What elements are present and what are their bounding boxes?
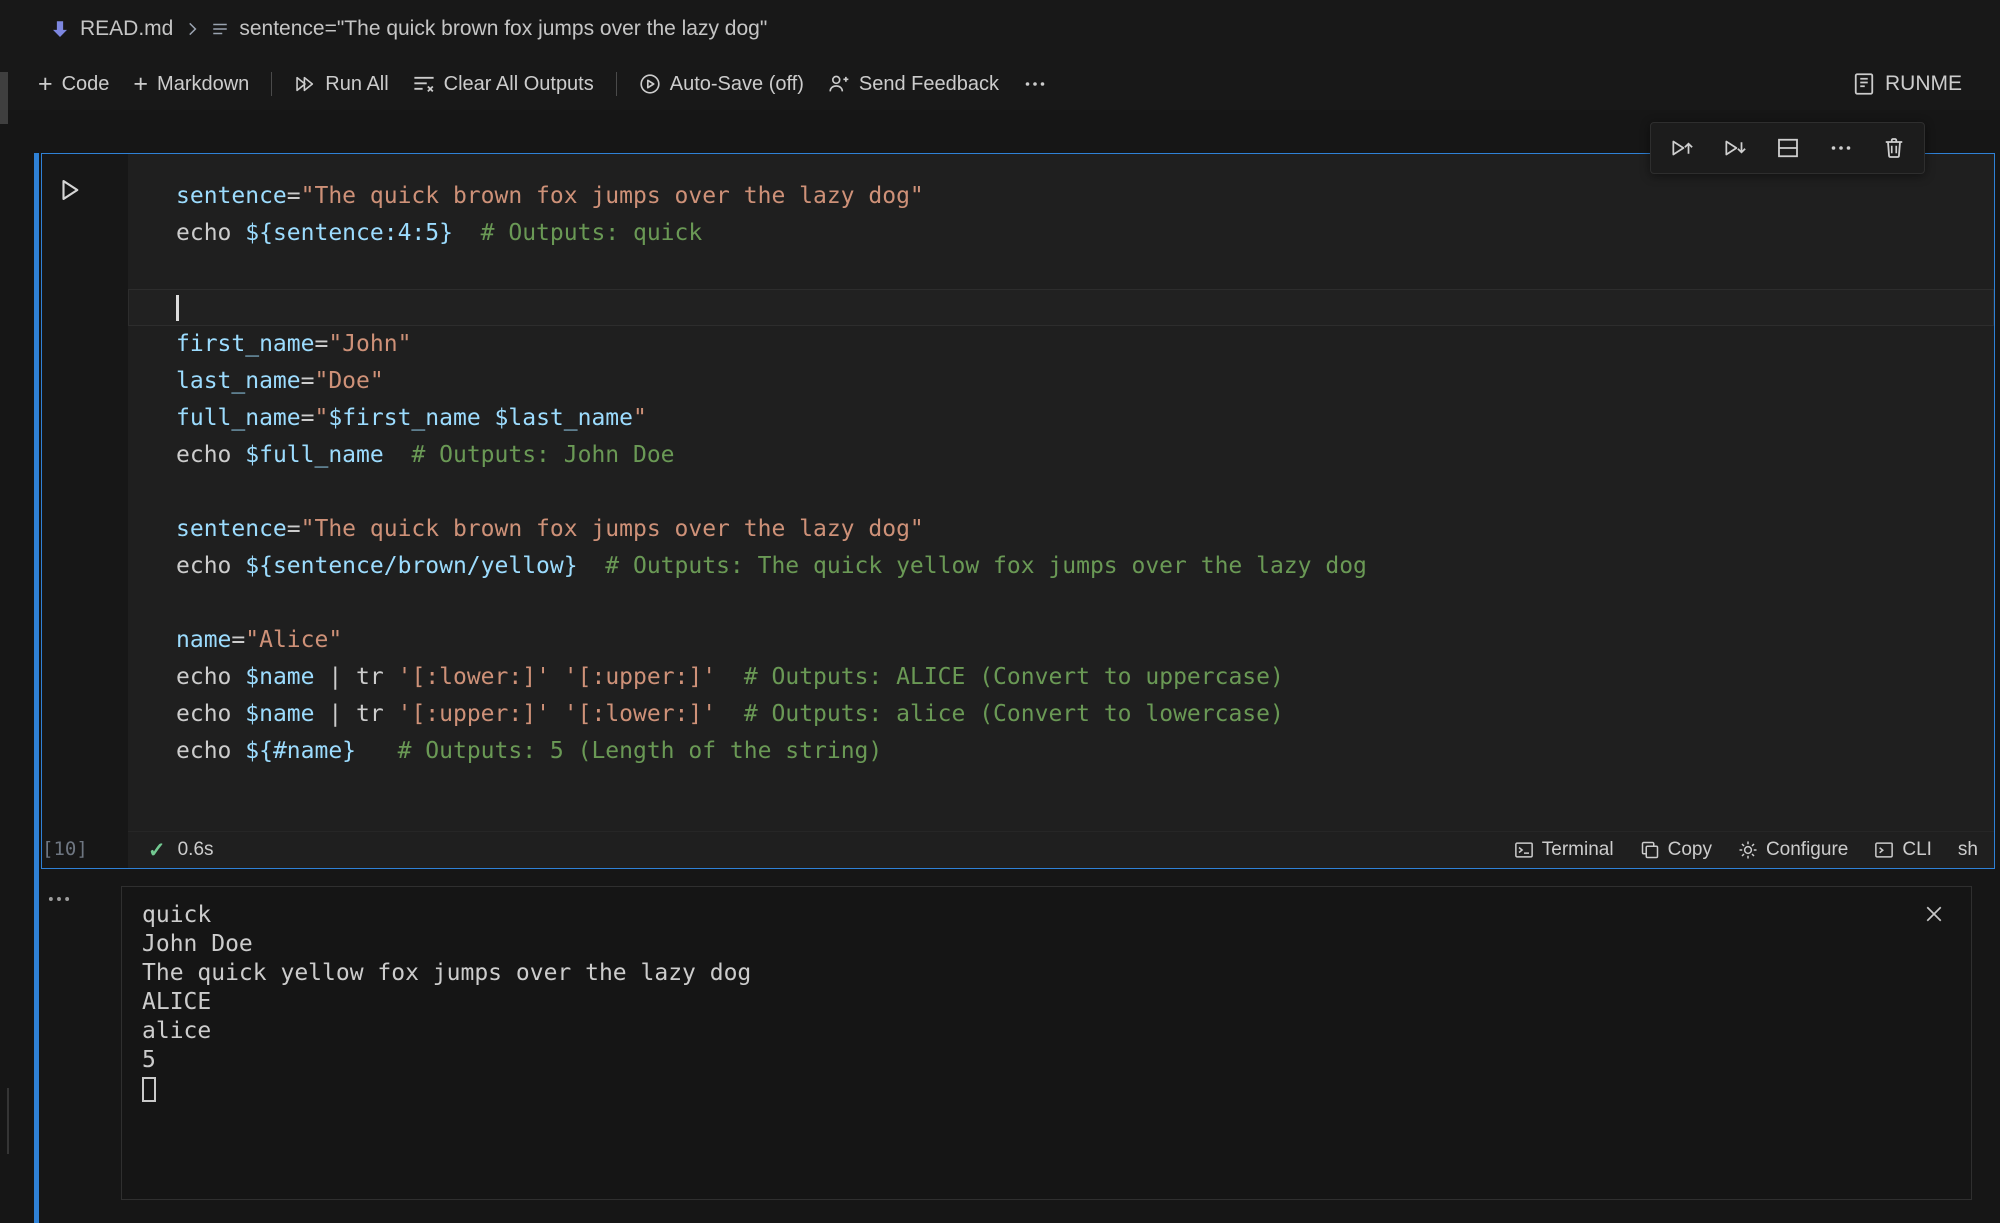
add-markdown-label: Markdown — [157, 73, 249, 96]
breadcrumb-file-label: READ.md — [80, 17, 173, 41]
execution-duration: 0.6s — [178, 839, 214, 861]
add-code-button[interactable]: + Code — [26, 66, 121, 103]
cell-more-button[interactable] — [1814, 126, 1867, 170]
terminal-block-cursor — [142, 1077, 156, 1102]
run-above-button[interactable] — [1655, 126, 1708, 170]
auto-save-button[interactable]: Auto-Save (off) — [627, 66, 816, 103]
run-cell-button[interactable] — [54, 174, 86, 206]
cell-output: quickJohn DoeThe quick yellow fox jumps … — [121, 886, 1972, 1200]
plus-icon: + — [133, 75, 148, 93]
cli-button[interactable]: CLI — [1874, 839, 1932, 861]
notebook-toolbar: + Code + Markdown Run All Clear All Outp… — [0, 58, 2000, 110]
breadcrumb: READ.md sentence="The quick brown fox ju… — [0, 0, 2000, 58]
markdown-file-icon — [50, 19, 70, 39]
code-line[interactable]: echo $full_name # Outputs: John Doe — [128, 437, 1994, 474]
execution-count: [10] — [42, 838, 88, 860]
output-line: 5 — [142, 1046, 1911, 1075]
toolbar-divider — [616, 72, 617, 96]
output-cursor-line — [142, 1075, 1911, 1110]
clear-all-outputs-button[interactable]: Clear All Outputs — [401, 66, 606, 103]
terminal-icon — [1514, 840, 1534, 860]
close-output-button[interactable] — [1919, 899, 1949, 929]
code-line[interactable]: sentence="The quick brown fox jumps over… — [128, 178, 1994, 215]
output-text: quickJohn DoeThe quick yellow fox jumps … — [122, 887, 1971, 1199]
ellipsis-icon — [1023, 72, 1047, 96]
code-line[interactable]: last_name="Doe" — [128, 363, 1994, 400]
code-line[interactable]: echo ${sentence:4:5} # Outputs: quick — [128, 215, 1994, 252]
code-line[interactable]: first_name="John" — [128, 326, 1994, 363]
gear-icon — [1738, 840, 1758, 860]
code-line[interactable] — [128, 289, 1994, 326]
output-line: ALICE — [142, 988, 1911, 1017]
cli-label: CLI — [1902, 839, 1932, 861]
copy-label: Copy — [1668, 839, 1712, 861]
plus-icon: + — [38, 75, 53, 93]
code-line[interactable]: sentence="The quick brown fox jumps over… — [128, 511, 1994, 548]
send-feedback-label: Send Feedback — [859, 73, 999, 96]
toolbar-divider — [271, 72, 272, 96]
kernel-label: RUNME — [1885, 72, 1962, 96]
code-line[interactable] — [128, 585, 1994, 622]
delete-cell-button[interactable] — [1867, 126, 1920, 170]
left-scroll-decoration — [7, 1088, 9, 1154]
run-all-label: Run All — [325, 73, 388, 96]
output-line: John Doe — [142, 930, 1911, 959]
auto-save-label: Auto-Save (off) — [670, 73, 804, 96]
code-line[interactable]: echo ${#name} # Outputs: 5 (Length of th… — [128, 733, 1994, 770]
code-line[interactable]: echo $name | tr '[:upper:]' '[:lower:]' … — [128, 696, 1994, 733]
output-line: alice — [142, 1017, 1911, 1046]
code-line[interactable]: echo $name | tr '[:lower:]' '[:upper:]' … — [128, 659, 1994, 696]
cli-icon — [1874, 840, 1894, 860]
cell-editor-container: sentence="The quick brown fox jumps over… — [128, 154, 1994, 868]
breadcrumb-section-label: sentence="The quick brown fox jumps over… — [239, 17, 767, 41]
output-line: quick — [142, 901, 1911, 930]
run-all-button[interactable]: Run All — [282, 66, 400, 103]
output-more-actions-button[interactable] — [46, 886, 72, 912]
cell-toolbar — [1650, 122, 1925, 174]
send-feedback-button[interactable]: Send Feedback — [816, 66, 1011, 103]
configure-button[interactable]: Configure — [1738, 839, 1848, 861]
circle-play-icon — [639, 73, 661, 95]
cell-focus-indicator — [34, 153, 39, 1223]
language-selector[interactable]: sh — [1958, 839, 1978, 861]
add-markdown-button[interactable]: + Markdown — [121, 66, 261, 103]
split-cell-button[interactable] — [1761, 126, 1814, 170]
code-line[interactable]: full_name="$first_name $last_name" — [128, 400, 1994, 437]
add-code-label: Code — [62, 73, 110, 96]
code-editor[interactable]: sentence="The quick brown fox jumps over… — [128, 154, 1994, 831]
copy-icon — [1640, 840, 1660, 860]
symbol-list-icon — [211, 20, 229, 38]
notebook-cell: sentence="The quick brown fox jumps over… — [41, 153, 1995, 869]
code-line[interactable] — [128, 474, 1994, 511]
runme-logo-icon — [1852, 72, 1876, 96]
clear-all-outputs-label: Clear All Outputs — [444, 73, 594, 96]
clear-all-icon — [413, 73, 435, 95]
code-line[interactable] — [128, 252, 1994, 289]
text-cursor — [176, 295, 179, 321]
code-line[interactable]: echo ${sentence/brown/yellow} # Outputs:… — [128, 548, 1994, 585]
breadcrumb-file[interactable]: READ.md — [50, 17, 173, 41]
code-line[interactable]: name="Alice" — [128, 622, 1994, 659]
kernel-selector-button[interactable]: RUNME — [1840, 65, 1974, 103]
cell-statusbar: ✓ 0.6s Terminal Copy — [128, 831, 1994, 868]
output-line: The quick yellow fox jumps over the lazy… — [142, 959, 1911, 988]
toolbar-more-button[interactable] — [1011, 65, 1059, 103]
left-scrollbar-thumb[interactable] — [0, 72, 8, 124]
terminal-label: Terminal — [1542, 839, 1614, 861]
copy-button[interactable]: Copy — [1640, 839, 1712, 861]
terminal-button[interactable]: Terminal — [1514, 839, 1614, 861]
run-all-icon — [294, 73, 316, 95]
run-below-button[interactable] — [1708, 126, 1761, 170]
chevron-right-icon — [183, 20, 201, 38]
feedback-person-icon — [828, 73, 850, 95]
configure-label: Configure — [1766, 839, 1848, 861]
success-check-icon: ✓ — [148, 838, 166, 863]
breadcrumb-section[interactable]: sentence="The quick brown fox jumps over… — [211, 17, 767, 41]
vscode-notebook-window: READ.md sentence="The quick brown fox ju… — [0, 0, 2000, 1223]
